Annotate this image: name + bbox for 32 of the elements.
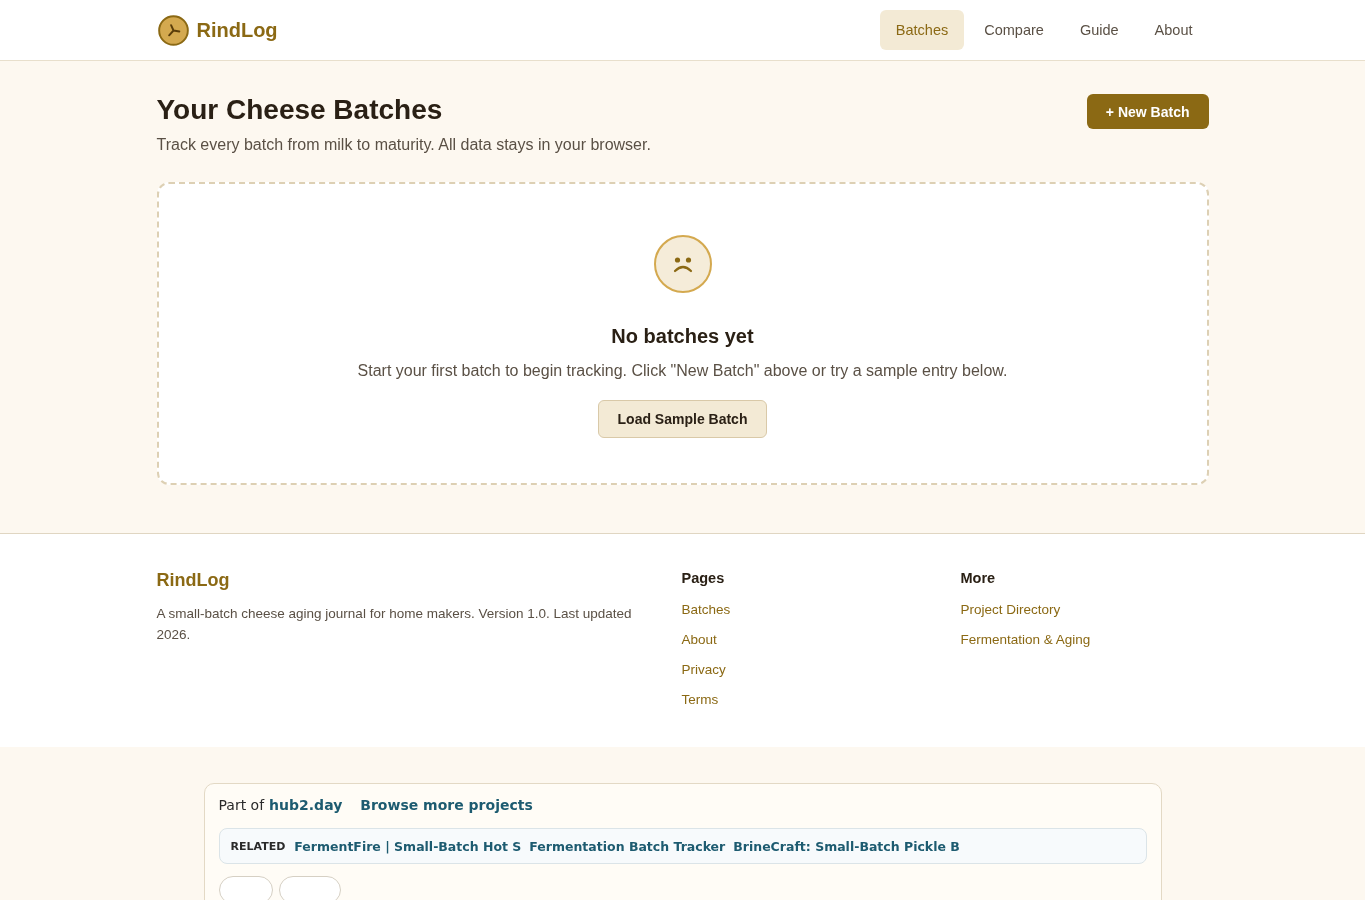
footer-link[interactable]: Fermentation & Aging	[960, 625, 1091, 655]
related-link[interactable]: Fermentation Batch Tracker	[529, 838, 726, 854]
nav-link[interactable]: Batches	[879, 10, 965, 50]
footer-brand: RindLog	[156, 569, 231, 591]
footer-heading: More	[960, 569, 996, 587]
sad-face-icon	[653, 235, 712, 293]
empty-state-title: No batches yet	[611, 324, 754, 348]
footer-link[interactable]: Project Directory	[960, 595, 1061, 625]
browse-projects-link[interactable]: Browse more projects	[360, 796, 533, 814]
hub-site-link[interactable]: hub2.day	[269, 796, 343, 814]
related-link[interactable]: BrineCraft: Small-Batch Pickle B	[733, 838, 960, 854]
related-link[interactable]: FermentFire | Small-Batch Hot S	[294, 838, 522, 854]
footer-link[interactable]: About	[681, 625, 717, 655]
nav-link[interactable]: About	[1138, 10, 1209, 50]
chip-button[interactable]	[278, 876, 341, 900]
footer-link[interactable]: Privacy	[681, 655, 726, 685]
related-label: RELATED	[230, 839, 286, 853]
brand-name[interactable]: RindLog	[196, 18, 278, 42]
footer-heading: Pages	[681, 569, 725, 587]
page-title: Your Cheese Batches	[156, 93, 444, 127]
footer-link[interactable]: Terms	[681, 685, 719, 715]
nav-link[interactable]: Compare	[968, 10, 1060, 50]
new-batch-button[interactable]: + New Batch	[1086, 94, 1209, 129]
footer-link[interactable]: Batches	[681, 595, 731, 625]
empty-state-message: Start your first batch to begin tracking. Click "New Batch" above or try a sample entry below.	[357, 361, 1008, 381]
part-of-text: Part of	[218, 796, 265, 814]
chip-button[interactable]	[218, 876, 273, 900]
load-sample-button[interactable]: Load Sample Batch	[597, 400, 768, 438]
clock-icon	[157, 14, 189, 46]
page-subtitle: Track every batch from milk to maturity. All data stays in your browser.	[156, 135, 651, 155]
footer-description: A small-batch cheese aging journal for home makers. Version 1.0. Last updated 2026.	[156, 605, 633, 644]
nav-link[interactable]: Guide	[1063, 10, 1135, 50]
